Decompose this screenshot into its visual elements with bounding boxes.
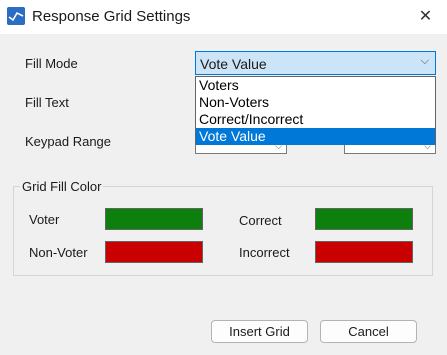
fill-mode-dropdown-list: Voters Non-Voters Correct/Incorrect Vote… <box>195 76 436 145</box>
title-bar: Response Grid Settings ✕ <box>0 0 447 34</box>
chart-icon <box>7 7 25 25</box>
voter-label: Voter <box>29 212 60 227</box>
keypad-range-label: Keypad Range <box>25 134 112 149</box>
incorrect-label: Incorrect <box>239 245 290 260</box>
keypad-range-from-select[interactable]: ⌵ <box>195 141 287 154</box>
insert-grid-button[interactable]: Insert Grid <box>211 320 308 343</box>
non-voter-label: Non-Voter <box>29 245 88 260</box>
close-icon[interactable]: ✕ <box>404 0 447 34</box>
keypad-range-to-select[interactable]: ⌵ <box>344 141 436 154</box>
non-voter-color-swatch[interactable] <box>105 241 203 263</box>
window-title: Response Grid Settings <box>32 8 191 25</box>
cancel-button[interactable]: Cancel <box>320 320 417 343</box>
dropdown-option-correct-incorrect[interactable]: Correct/Incorrect <box>196 111 435 128</box>
correct-color-swatch[interactable] <box>315 208 413 230</box>
dropdown-option-voters[interactable]: Voters <box>196 77 435 94</box>
voter-color-swatch[interactable] <box>105 208 203 230</box>
fill-mode-label: Fill Mode <box>25 56 78 71</box>
fill-text-label: Fill Text <box>25 95 69 110</box>
correct-label: Correct <box>239 213 282 228</box>
grid-fill-color-title: Grid Fill Color <box>20 179 104 194</box>
fill-mode-select[interactable]: Vote Value ⌵ <box>195 51 436 75</box>
dropdown-option-vote-value[interactable]: Vote Value <box>196 128 435 145</box>
dropdown-option-non-voters[interactable]: Non-Voters <box>196 94 435 111</box>
chevron-down-icon: ⌵ <box>420 55 429 67</box>
incorrect-color-swatch[interactable] <box>315 241 413 263</box>
fill-mode-value: Vote Value <box>200 56 267 72</box>
